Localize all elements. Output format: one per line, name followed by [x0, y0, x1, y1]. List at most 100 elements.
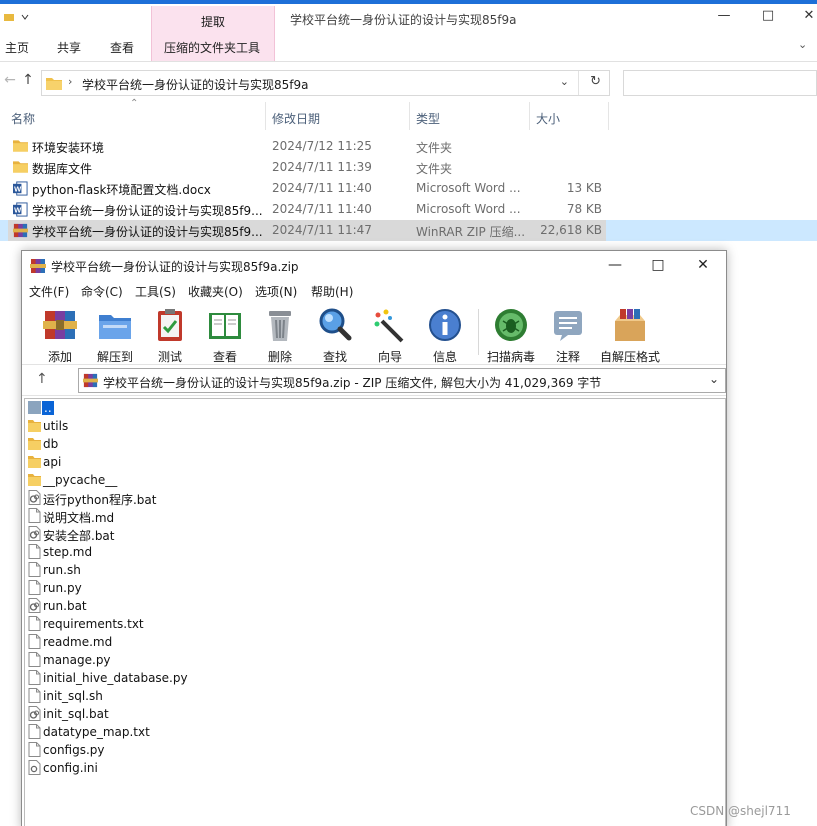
file-row[interactable]: Wpython-flask环境配置文档.docx 2024/7/11 11:40 M… [0, 178, 817, 199]
file-name[interactable]: 数据库文件 [32, 160, 264, 177]
archive-entry-name[interactable]: datatype_map.txt [43, 725, 150, 739]
column-size[interactable]: 大小 [536, 110, 560, 127]
column-date[interactable]: 修改日期 [272, 110, 320, 127]
archive-row[interactable]: db [25, 435, 725, 453]
archive-row[interactable]: run.bat [25, 597, 725, 615]
archive-row[interactable]: manage.py [25, 651, 725, 669]
file-row[interactable]: 学校平台统一身份认证的设计与实现85f9... 2024/7/11 11:47 Wi… [0, 220, 817, 241]
archive-entry-name[interactable]: 运行python程序.bat [43, 491, 156, 508]
archive-row[interactable]: .. [25, 399, 725, 417]
archive-entry-name[interactable]: config.ini [43, 761, 98, 775]
maximize-button[interactable]: □ [760, 8, 776, 24]
archive-row[interactable]: readme.md [25, 633, 725, 651]
archive-row[interactable]: 安装全部.bat [25, 525, 725, 543]
column-divider[interactable] [409, 102, 410, 130]
archive-entry-name[interactable]: 说明文档.md [43, 509, 114, 526]
winrar-title-bar: 学校平台统一身份认证的设计与实现85f9a.zip — □ ✕ [22, 251, 726, 281]
back-arrow-icon[interactable]: ← [2, 72, 18, 90]
column-divider[interactable] [608, 102, 609, 130]
close-button[interactable]: ✕ [801, 8, 817, 24]
archive-row[interactable]: utils [25, 417, 725, 435]
info-icon [429, 309, 461, 341]
minimize-button[interactable]: — [716, 8, 732, 24]
column-name[interactable]: 名称 [11, 110, 35, 127]
archive-entry-name[interactable]: requirements.txt [43, 617, 144, 631]
breadcrumb-chevron-icon[interactable]: › [68, 75, 72, 88]
archive-entry-name[interactable]: initial_hive_database.py [43, 671, 188, 685]
archive-row[interactable]: configs.py [25, 741, 725, 759]
file-row[interactable]: 数据库文件 2024/7/11 11:39 文件夹 [0, 157, 817, 178]
archive-row[interactable]: datatype_map.txt [25, 723, 725, 741]
menu-commands[interactable]: 命令(C) [81, 283, 123, 300]
add-archive-icon [43, 311, 77, 339]
archive-row[interactable]: 运行python程序.bat [25, 489, 725, 507]
file-row[interactable]: 环境安装环境 2024/7/12 11:25 文件夹 [0, 136, 817, 157]
archive-entry-name[interactable]: utils [43, 419, 68, 433]
column-type[interactable]: 类型 [416, 110, 440, 127]
menu-favorites[interactable]: 收藏夹(O) [188, 283, 243, 300]
column-divider[interactable] [529, 102, 530, 130]
tab-home[interactable]: 主页 [5, 39, 29, 56]
archive-row[interactable]: initial_hive_database.py [25, 669, 725, 687]
archive-entry-name[interactable]: api [43, 455, 61, 469]
archive-entry-name[interactable]: init_sql.sh [43, 689, 103, 703]
menu-file[interactable]: 文件(F) [29, 283, 69, 300]
refresh-icon[interactable]: ↻ [590, 74, 601, 89]
archive-row[interactable]: init_sql.bat [25, 705, 725, 723]
toolbar-comment-button[interactable]: 注释 [538, 305, 598, 364]
archive-row[interactable]: run.sh [25, 561, 725, 579]
archive-row[interactable]: api [25, 453, 725, 471]
archive-entry-name[interactable]: run.bat [43, 599, 87, 613]
svg-text:W: W [14, 185, 22, 194]
archive-entry-name[interactable]: .. [42, 401, 54, 415]
archive-entry-name[interactable]: db [43, 437, 58, 451]
archive-row[interactable]: init_sql.sh [25, 687, 725, 705]
winrar-minimize-button[interactable]: — [606, 257, 624, 273]
archive-entry-name[interactable]: 安装全部.bat [43, 527, 115, 544]
archive-entry-name[interactable]: manage.py [43, 653, 111, 667]
address-path[interactable]: 学校平台统一身份认证的设计与实现85f9a [82, 76, 308, 93]
menu-tools[interactable]: 工具(S) [135, 283, 176, 300]
tab-share[interactable]: 共享 [57, 39, 81, 56]
search-input[interactable] [623, 70, 817, 96]
up-arrow-icon[interactable]: ↑ [20, 72, 36, 90]
file-name[interactable]: 学校平台统一身份认证的设计与实现85f9... [32, 202, 264, 219]
tab-compressed-folder-tools[interactable]: 压缩的文件夹工具 [164, 39, 260, 56]
context-tab-extract[interactable]: 提取 [151, 6, 275, 36]
archive-entry-name[interactable]: step.md [43, 545, 92, 559]
address-dropdown-icon[interactable]: ⌄ [560, 75, 569, 88]
ribbon-expand-chevron-icon[interactable]: ⌄ [798, 38, 807, 51]
archive-row[interactable]: step.md [25, 543, 725, 561]
archive-row[interactable]: run.py [25, 579, 725, 597]
path-dropdown-icon[interactable]: ⌄ [709, 372, 719, 386]
menu-help[interactable]: 帮助(H) [311, 283, 353, 300]
file-date: 2024/7/11 11:40 [272, 181, 372, 195]
archive-entry-name[interactable]: readme.md [43, 635, 112, 649]
archive-row[interactable]: config.ini [25, 759, 725, 777]
column-divider[interactable] [265, 102, 266, 130]
file-row[interactable]: W 学校平台统一身份认证的设计与实现85f9... 2024/7/11 11:40 M… [0, 199, 817, 220]
archive-entry-name[interactable]: init_sql.bat [43, 707, 109, 721]
archive-entry-name[interactable]: __pycache__ [43, 473, 117, 487]
winrar-maximize-button[interactable]: □ [649, 257, 667, 273]
file-name[interactable]: python-flask环境配置文档.docx [32, 181, 264, 198]
winrar-close-button[interactable]: ✕ [694, 257, 712, 273]
file-icon [28, 580, 41, 598]
toolbar-sfx-button[interactable]: 自解压格式 [600, 305, 660, 364]
file-name[interactable]: 学校平台统一身份认证的设计与实现85f9... [32, 223, 264, 240]
archive-row[interactable]: requirements.txt [25, 615, 725, 633]
tab-view[interactable]: 查看 [110, 39, 134, 56]
archive-entry-name[interactable]: configs.py [43, 743, 105, 757]
toolbar-info-button[interactable]: 信息 [415, 305, 475, 364]
archive-row[interactable]: __pycache__ [25, 471, 725, 489]
up-one-level-icon[interactable]: ↑ [36, 371, 48, 387]
winrar-path-combobox[interactable]: 学校平台统一身份认证的设计与实现85f9a.zip - ZIP 压缩文件, 解包… [78, 368, 726, 393]
archive-entry-name[interactable]: run.sh [43, 563, 81, 577]
quick-access-folder-icon[interactable] [4, 12, 14, 22]
file-name[interactable]: 环境安装环境 [32, 139, 264, 156]
quick-access-dropdown-icon[interactable] [20, 12, 30, 22]
menu-options[interactable]: 选项(N) [255, 283, 297, 300]
archive-entry-name[interactable]: run.py [43, 581, 82, 595]
archive-row[interactable]: 说明文档.md [25, 507, 725, 525]
address-bar[interactable]: › 学校平台统一身份认证的设计与实现85f9a ⌄ ↻ [41, 70, 610, 96]
